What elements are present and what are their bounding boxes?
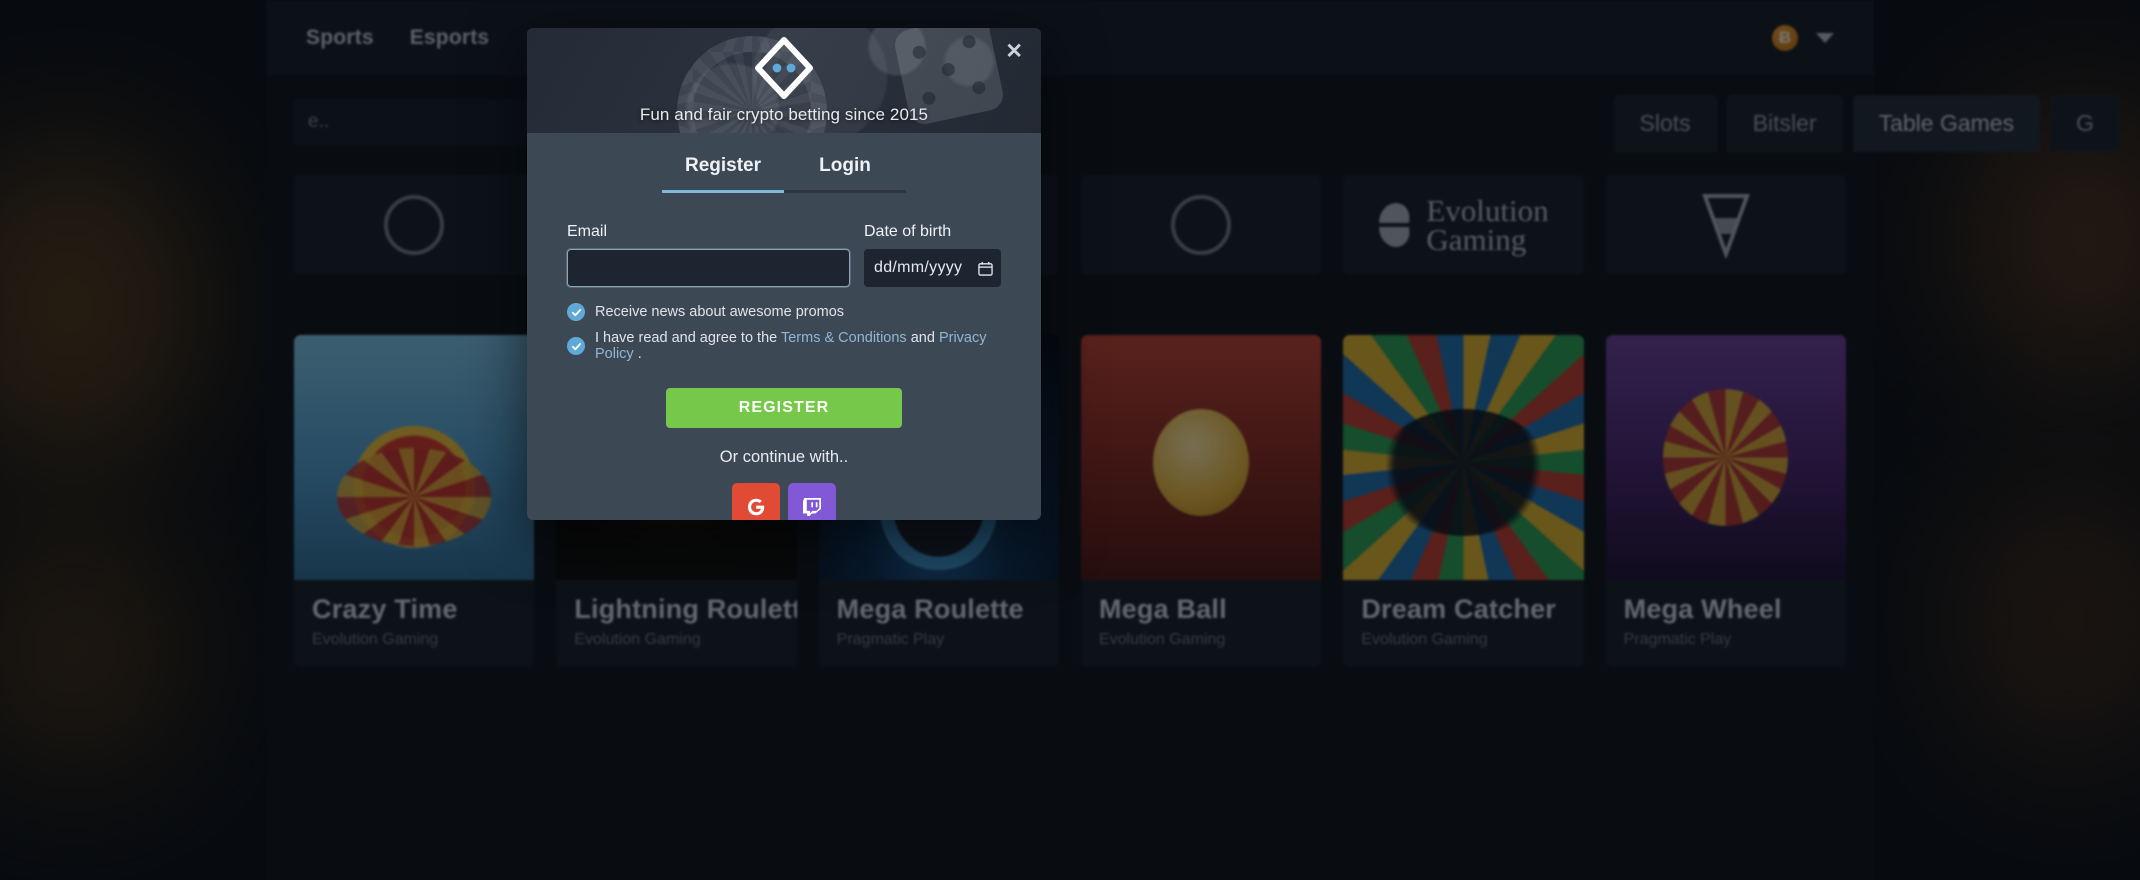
promos-checkbox-label: Receive news about awesome promos (595, 304, 845, 320)
checkbox-row-promos: Receive news about awesome promos (567, 303, 1001, 321)
checkbox-row-terms: I have read and agree to the Terms & Con… (567, 330, 1001, 362)
auth-tabs: Register Login (567, 155, 1001, 193)
dob-label: Date of birth (864, 223, 952, 240)
terms-and-conditions-link[interactable]: Terms & Conditions (781, 330, 907, 346)
modal-hero: ✕ Fun and fair crypto betting since 2015 (527, 28, 1041, 133)
email-input[interactable] (567, 249, 850, 287)
google-login-button[interactable] (732, 483, 780, 520)
continue-with-label: Or continue with.. (719, 448, 849, 466)
dob-placeholder: dd/mm/yyyy (874, 259, 963, 276)
modal-body: Register Login Email Date of birth dd/mm… (527, 133, 1041, 520)
terms-checkbox-label: I have read and agree to the Terms & Con… (595, 330, 1001, 362)
tab-register[interactable]: Register (662, 155, 784, 193)
terms-text-mid: and (906, 330, 939, 346)
tab-login[interactable]: Login (784, 155, 906, 193)
twitch-login-button[interactable] (788, 483, 836, 520)
dob-input[interactable]: dd/mm/yyyy (864, 249, 1001, 287)
bitsler-diamond-logo (755, 37, 813, 99)
terms-text-before: I have read and agree to the (595, 330, 781, 346)
auth-modal: ✕ Fun and fair crypto betting since 2015… (527, 28, 1041, 520)
check-icon (571, 308, 581, 316)
modal-tagline: Fun and fair crypto betting since 2015 (639, 105, 929, 124)
promos-checkbox[interactable] (567, 303, 585, 321)
email-label: Email (567, 223, 608, 240)
calendar-icon[interactable] (978, 261, 993, 276)
google-icon (747, 498, 765, 516)
consent-checkboxes: Receive news about awesome promos I have… (567, 303, 1001, 362)
check-icon (571, 342, 581, 350)
email-field-group: Email (567, 223, 850, 287)
terms-text-after: . (633, 346, 642, 362)
terms-checkbox[interactable] (567, 337, 585, 355)
modal-overlay: ✕ Fun and fair crypto betting since 2015… (0, 0, 2140, 880)
twitch-icon (803, 498, 821, 516)
screen-root: e.. RELA G A M I N G (0, 0, 2140, 880)
social-login-row (567, 483, 1001, 520)
register-button[interactable]: REGISTER (666, 388, 902, 428)
dob-field-group: Date of birth dd/mm/yyyy (864, 223, 1001, 287)
form-fields: Email Date of birth dd/mm/yyyy (567, 223, 1001, 287)
close-icon[interactable]: ✕ (1005, 41, 1023, 62)
